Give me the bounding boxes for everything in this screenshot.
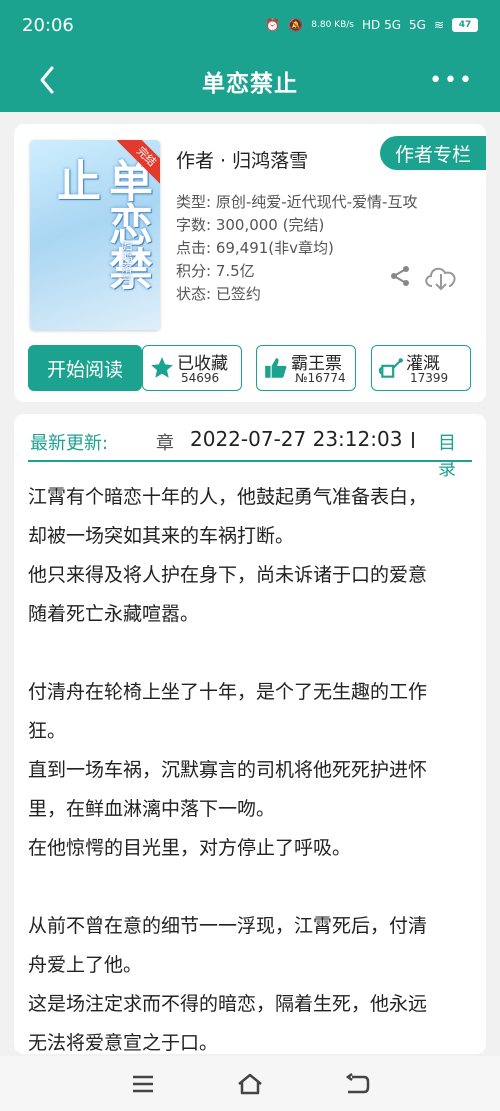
divider (412, 432, 414, 448)
synopsis-text: 江霄有个暗恋十年的人，他鼓起勇气准备表白， 却被一场突如其来的车祸打断。 他只来… (28, 478, 478, 1054)
back-icon[interactable] (339, 1069, 375, 1099)
favorite-count: 54696 (181, 371, 220, 385)
latest-update-time: 2022-07-27 23:12:03 (190, 427, 403, 451)
author-line[interactable]: 作者 · 归鸿落雪 (176, 146, 308, 173)
latest-update-row[interactable]: 最新更新: 章 2022-07-27 23:12:03 目录 (28, 426, 472, 480)
synopsis-line: 直到一场车祸，沉默寡言的司机将他死死护进怀 (28, 759, 428, 781)
synopsis-line (28, 634, 478, 673)
synopsis-line: 在他惊愕的目光里，对方停止了呼吸。 (28, 837, 352, 859)
author-column-button[interactable]: 作者专栏 (380, 136, 486, 170)
status-icons: ⏰ 🔕 8.80 KB/s HD 5G 5G ≋ 47 (265, 18, 478, 32)
back-arrow-icon[interactable] (34, 62, 64, 98)
app-bar: 单恋禁止 ••• (0, 50, 500, 112)
cover-title: 单恋禁止 (49, 158, 152, 290)
network-indicator-2: 5G (409, 18, 426, 32)
synopsis-line: 随着死亡永藏喧嚣。 (28, 603, 200, 625)
network-indicator-1: HD 5G (361, 18, 401, 32)
latest-update-chapter: 章 (156, 433, 174, 454)
synopsis-card: 最新更新: 章 2022-07-27 23:12:03 目录 江霄有个暗恋十年的… (14, 414, 486, 1054)
synopsis-line: 他只来得及将人护在身下，尚未诉诸于口的爱意 (28, 564, 428, 586)
synopsis-line: 付清舟在轮椅上坐了十年，是个了无生趣的工作 (28, 681, 428, 703)
meta-wordcount: 字数: 300,000 (完结) (176, 216, 325, 234)
alarm-icon: ⏰ (265, 18, 281, 32)
nourish-count: 17399 (410, 371, 449, 385)
page-title: 单恋禁止 (202, 71, 298, 97)
network-speed: 8.80 KB/s (311, 20, 354, 30)
status-bar: 20:06 ⏰ 🔕 8.80 KB/s HD 5G 5G ≋ 47 (0, 0, 500, 50)
book-meta: 类型: 原创-纯爱-近代现代-爱情-互攻 字数: 300,000 (完结) 点击… (176, 191, 417, 306)
share-icon[interactable] (388, 264, 412, 288)
synopsis-line: 里，在鲜血淋漓中落下一吻。 (28, 798, 276, 820)
synopsis-line: 从前不曾在意的细节一一浮现，江霄死后，付清 (28, 915, 428, 937)
synopsis-line: 却被一场突如其来的车祸打断。 (28, 525, 295, 547)
synopsis-line (28, 868, 478, 907)
wifi-icon: ≋ (433, 18, 444, 32)
system-nav-bar (0, 1056, 500, 1111)
favorite-button[interactable]: 已收藏 54696 (142, 345, 242, 391)
meta-clicks: 点击: 69,491(非v章均) (176, 239, 334, 257)
synopsis-line: 狂。 (28, 720, 67, 742)
cloud-download-icon[interactable] (422, 262, 460, 292)
book-info-card: 单恋禁止 归鸿落雪 完结 作者 · 归鸿落雪 作者专栏 类型: 原创-纯爱-近代… (14, 124, 486, 402)
nourish-button[interactable]: 灌溉 17399 (371, 345, 471, 391)
latest-update-label: 最新更新: (30, 433, 109, 454)
vote-count: №16774 (295, 371, 346, 385)
meta-status: 状态: 已签约 (176, 285, 261, 303)
cover-author: 归鸿落雪 (120, 240, 133, 284)
status-time: 20:06 (22, 14, 74, 36)
start-reading-button[interactable]: 开始阅读 (28, 345, 142, 391)
star-icon (149, 355, 175, 381)
meta-score: 积分: 7.5亿 (176, 262, 255, 280)
menu-icon[interactable] (125, 1069, 161, 1099)
synopsis-line: 这是场注定求而不得的暗恋，隔着生死，他永远 (28, 993, 428, 1015)
thumbs-up-icon (263, 355, 289, 381)
meta-genre: 类型: 原创-纯爱-近代现代-爱情-互攻 (176, 193, 418, 211)
book-cover[interactable]: 单恋禁止 归鸿落雪 完结 (30, 140, 160, 330)
synopsis-line: 舟爱上了他。 (28, 954, 143, 976)
synopsis-line: 江霄有个暗恋十年的人，他鼓起勇气准备表白， (28, 486, 428, 508)
vote-button[interactable]: 霸王票 №16774 (256, 345, 356, 391)
synopsis-line: 无法将爱意宣之于口。 (28, 1032, 219, 1054)
watering-can-icon (378, 355, 404, 381)
more-dots-icon[interactable]: ••• (429, 68, 474, 93)
mute-icon: 🔕 (288, 18, 304, 32)
battery-icon: 47 (452, 18, 478, 32)
home-icon[interactable] (232, 1069, 268, 1099)
table-of-contents-link[interactable]: 目录 (438, 429, 472, 481)
update-underline (28, 460, 472, 462)
